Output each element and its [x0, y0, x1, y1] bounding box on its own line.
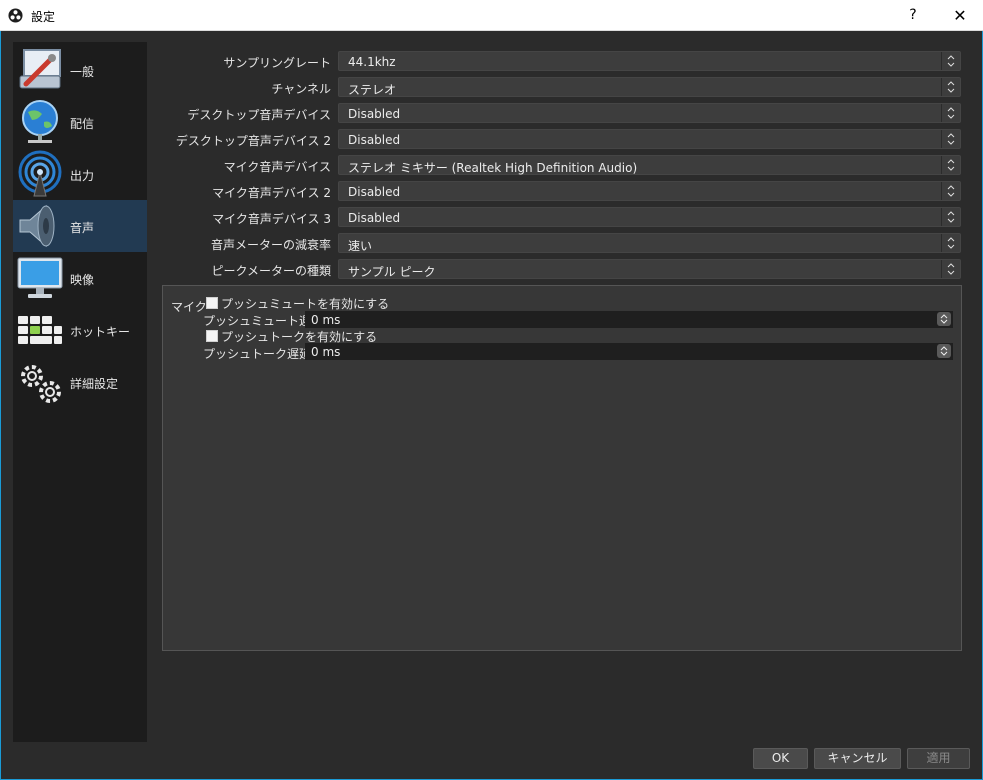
- spinbox-value: 0 ms: [311, 345, 341, 359]
- push-to-talk-delay-label: プッシュトーク遅延: [203, 347, 312, 361]
- push-to-talk-delay-spinbox[interactable]: 0 ms: [305, 343, 953, 360]
- stream-globe-icon: [22, 100, 58, 143]
- settings-sidebar: 一般 配信 出力 音声 映像 ホットキー 詳細設定: [13, 42, 147, 742]
- sidebar-item-label: 出力: [70, 169, 95, 183]
- sidebar-item-stream[interactable]: 配信: [13, 96, 147, 148]
- sidebar-item-general[interactable]: 一般: [13, 44, 147, 96]
- sample-rate-label: サンプリングレート: [223, 56, 331, 70]
- mic-audio-2-combo[interactable]: Disabled: [338, 181, 961, 201]
- spin-arrows-icon[interactable]: [937, 344, 951, 358]
- updown-arrow-icon: [941, 156, 955, 174]
- updown-arrow-icon: [941, 260, 955, 278]
- form-row-mic-audio-2: マイク音声デバイス 2 Disabled: [163, 181, 963, 201]
- form-row-desktop-audio-2: デスクトップ音声デバイス 2 Disabled: [163, 129, 963, 149]
- form-row-meter-decay: 音声メーターの減衰率 速い: [163, 233, 963, 253]
- updown-arrow-icon: [941, 182, 955, 200]
- sidebar-item-video[interactable]: 映像: [13, 252, 147, 304]
- combo-value: ステレオ ミキサー (Realtek High Definition Audio…: [348, 161, 638, 175]
- sidebar-item-label: ホットキー: [70, 325, 131, 339]
- window-title: 設定: [31, 10, 56, 24]
- mic-audio-combo[interactable]: ステレオ ミキサー (Realtek High Definition Audio…: [338, 155, 961, 175]
- meter-decay-label: 音声メーターの減衰率: [210, 238, 331, 252]
- sidebar-item-label: 映像: [70, 273, 95, 287]
- keyboard-icon: [18, 316, 62, 344]
- push-to-mute-delay-spinbox[interactable]: 0 ms: [305, 311, 953, 328]
- push-to-talk-checkbox[interactable]: [206, 330, 218, 342]
- updown-arrow-icon: [941, 104, 955, 122]
- ok-button[interactable]: OK: [753, 748, 808, 769]
- desktop-audio-combo[interactable]: Disabled: [338, 103, 961, 123]
- combo-value: 速い: [348, 239, 373, 253]
- form-row-sample-rate: サンプリングレート 44.1khz: [163, 51, 963, 71]
- updown-arrow-icon: [941, 234, 955, 252]
- combo-value: Disabled: [348, 107, 401, 121]
- cancel-button[interactable]: キャンセル: [814, 748, 901, 769]
- spin-arrows-icon[interactable]: [937, 312, 951, 326]
- general-icon: [19, 49, 61, 89]
- channels-label: チャンネル: [271, 82, 331, 96]
- output-antenna-icon: [18, 150, 62, 197]
- push-to-mute-checkbox[interactable]: [206, 297, 218, 309]
- gears-icon: [21, 365, 61, 403]
- combo-value: Disabled: [348, 185, 401, 199]
- sidebar-item-label: 音声: [70, 221, 95, 235]
- sidebar-item-label: 一般: [70, 65, 95, 79]
- obs-logo-icon: [8, 8, 23, 23]
- peak-meter-type-combo[interactable]: サンプル ピーク: [338, 259, 961, 279]
- desktop-audio-label: デスクトップ音声デバイス: [187, 108, 331, 122]
- mic-audio-2-label: マイク音声デバイス 2: [212, 186, 331, 200]
- updown-arrow-icon: [941, 208, 955, 226]
- form-row-channels: チャンネル ステレオ: [163, 77, 963, 97]
- spinbox-value: 0 ms: [311, 313, 341, 327]
- updown-arrow-icon: [941, 130, 955, 148]
- mic-audio-label: マイク音声デバイス: [223, 160, 331, 174]
- sidebar-item-label: 配信: [70, 117, 95, 131]
- mic-source-label: マイク: [171, 300, 207, 314]
- mic-hotkeys-group: マイク プッシュミュートを有効にする プッシュミュート遅延 0 ms プッシュト…: [162, 285, 962, 651]
- desktop-audio-2-label: デスクトップ音声デバイス 2: [175, 134, 331, 148]
- sidebar-item-label: 詳細設定: [70, 377, 119, 391]
- updown-arrow-icon: [941, 52, 955, 70]
- sidebar-item-output[interactable]: 出力: [13, 148, 147, 200]
- combo-value: Disabled: [348, 211, 401, 225]
- combo-value: Disabled: [348, 133, 401, 147]
- combo-value: ステレオ: [348, 83, 397, 97]
- sample-rate-combo[interactable]: 44.1khz: [338, 51, 961, 71]
- form-row-desktop-audio: デスクトップ音声デバイス Disabled: [163, 103, 963, 123]
- updown-arrow-icon: [941, 78, 955, 96]
- push-to-mute-label: プッシュミュートを有効にする: [221, 297, 390, 311]
- channels-combo[interactable]: ステレオ: [338, 77, 961, 97]
- peak-meter-type-label: ピークメーターの種類: [211, 264, 331, 278]
- speaker-icon: [19, 204, 55, 248]
- mic-audio-3-combo[interactable]: Disabled: [338, 207, 961, 227]
- monitor-icon: [17, 257, 63, 298]
- sidebar-item-advanced[interactable]: 詳細設定: [13, 356, 147, 408]
- combo-value: 44.1khz: [348, 55, 396, 69]
- form-row-mic-audio-3: マイク音声デバイス 3 Disabled: [163, 207, 963, 227]
- combo-value: サンプル ピーク: [348, 265, 436, 279]
- close-button[interactable]: ✕: [937, 0, 983, 31]
- title-bar: 設定 ? ✕: [0, 0, 983, 31]
- sidebar-item-hotkeys[interactable]: ホットキー: [13, 304, 147, 356]
- mic-audio-3-label: マイク音声デバイス 3: [212, 212, 331, 226]
- help-button[interactable]: ?: [890, 0, 936, 31]
- desktop-audio-2-combo[interactable]: Disabled: [338, 129, 961, 149]
- meter-decay-combo[interactable]: 速い: [338, 233, 961, 253]
- form-row-peak-meter-type: ピークメーターの種類 サンプル ピーク: [163, 259, 963, 279]
- form-row-mic-audio: マイク音声デバイス ステレオ ミキサー (Realtek High Defini…: [163, 155, 963, 175]
- sidebar-item-audio[interactable]: 音声: [13, 200, 147, 252]
- apply-button[interactable]: 適用: [907, 748, 970, 769]
